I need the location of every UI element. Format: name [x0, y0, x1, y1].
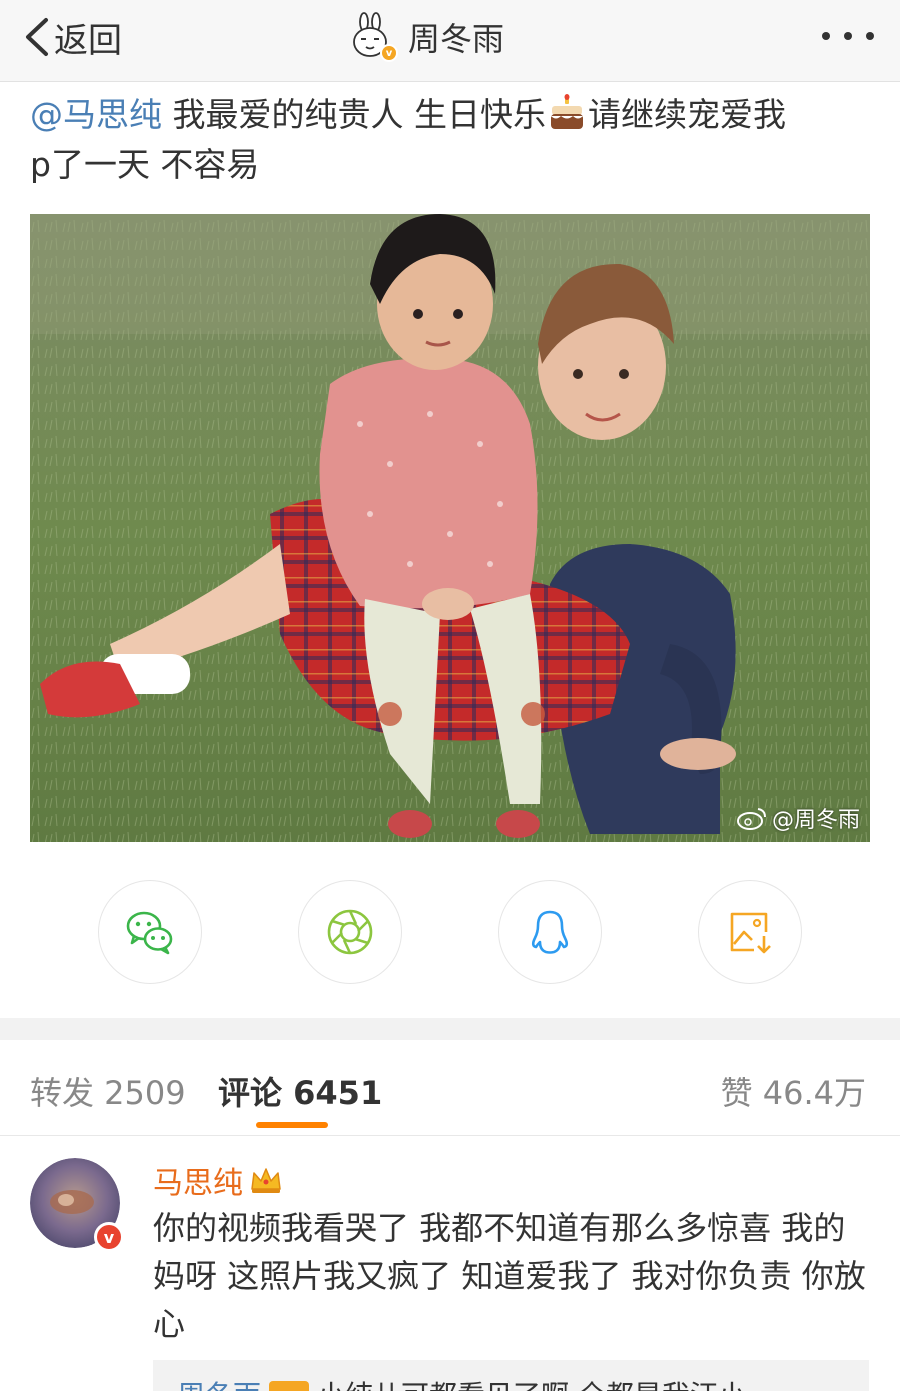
post-text: @马思纯 我最爱的纯贵人 生日快乐 请继续宠爱我 p了一天 不容易	[30, 90, 870, 190]
top-navigation-bar: 返回 v 周冬雨	[0, 0, 900, 82]
back-button[interactable]: 返回	[22, 12, 122, 62]
interaction-tabs: 转发 2509 评论 6451 赞 46.4万	[0, 1040, 900, 1136]
dot-icon	[866, 32, 874, 40]
wechat-icon	[126, 911, 173, 955]
member-badge-icon	[269, 1381, 310, 1391]
watermark-text: @周冬雨	[771, 808, 860, 833]
post-image[interactable]: @周冬雨	[30, 214, 870, 842]
dot-icon	[822, 32, 830, 40]
share-wechat-button[interactable]	[98, 880, 202, 984]
post-text-line2: p了一天 不容易	[30, 145, 260, 184]
reply-preview[interactable]: 周冬雨 小纯儿可都看见了啊 全都是我汪小	[153, 1360, 869, 1391]
section-divider	[0, 1018, 900, 1040]
avatar[interactable]: v	[348, 12, 398, 62]
back-label: 返回	[54, 20, 122, 61]
comment-author-name: 马思纯	[153, 1166, 243, 1201]
qq-icon	[531, 910, 569, 954]
post-text-part1: 我最爱的纯贵人 生日快乐	[162, 95, 546, 134]
comment-text: 你的视频我看哭了 我都不知道有那么多惊喜 我的妈呀 这照片我又疯了 知道爱我了 …	[153, 1209, 866, 1343]
share-qq-button[interactable]	[498, 880, 602, 984]
reply-text: 小纯儿可都看见了啊 全都是我汪小	[317, 1379, 746, 1391]
more-options-button[interactable]	[822, 22, 874, 50]
save-image-button[interactable]	[698, 880, 802, 984]
dot-icon	[844, 32, 852, 40]
save-image-icon	[730, 912, 771, 954]
tab-repost[interactable]: 转发 2509	[30, 1068, 186, 1114]
cake-icon	[550, 94, 583, 129]
tab-like[interactable]: 赞 46.4万	[721, 1068, 866, 1114]
crown-icon	[251, 1168, 281, 1193]
mention-link[interactable]: @马思纯	[30, 95, 162, 134]
verified-badge: v	[380, 44, 398, 62]
chevron-left-icon	[26, 18, 48, 56]
page-title: 周冬雨	[408, 20, 505, 58]
share-moments-button[interactable]	[298, 880, 402, 984]
comment-author[interactable]: 马思纯	[153, 1158, 283, 1202]
tab-comment[interactable]: 评论 6451	[218, 1068, 382, 1114]
comment-avatar[interactable]: v	[30, 1158, 124, 1252]
watermark: @周冬雨	[736, 802, 860, 834]
moments-icon	[327, 909, 373, 955]
active-tab-indicator	[256, 1122, 328, 1128]
weibo-logo-icon	[736, 808, 766, 830]
reply-author[interactable]: 周冬雨	[177, 1379, 261, 1391]
profile-header[interactable]: v 周冬雨	[348, 8, 504, 66]
post-text-part2: 请继续宠爱我	[587, 95, 786, 134]
photo-illustration	[30, 214, 870, 842]
verified-badge: v	[94, 1222, 124, 1252]
